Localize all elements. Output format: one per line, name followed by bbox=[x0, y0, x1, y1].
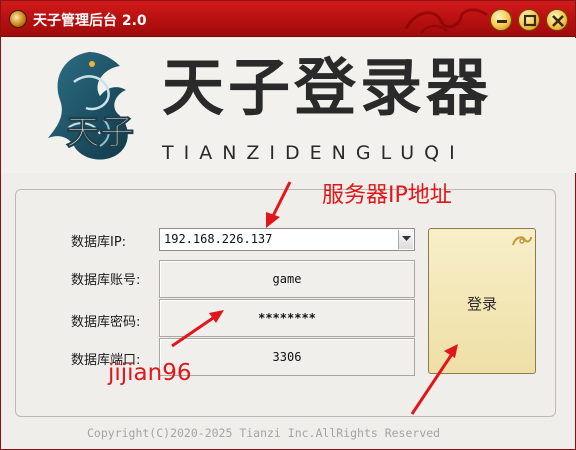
copyright-text: Copyright(C)2020-2025 Tianzi Inc.AllRigh… bbox=[87, 426, 441, 440]
cloud-ornament-icon bbox=[404, 8, 488, 34]
close-icon[interactable] bbox=[546, 9, 568, 31]
app-icon bbox=[9, 10, 27, 28]
watermark-text: jijian96 bbox=[108, 360, 192, 386]
account-label: 数据库账号: bbox=[71, 273, 141, 288]
account-value: game bbox=[272, 272, 302, 286]
chevron-down-icon bbox=[402, 236, 411, 241]
brand-pinyin: TIANZIDENGLUQI bbox=[162, 142, 465, 164]
maximize-icon[interactable] bbox=[518, 9, 540, 31]
header-banner: 天子 天子登录器 TIANZIDENGLUQI bbox=[2, 38, 576, 173]
server-ip-annotation: 服务器IP地址 bbox=[322, 183, 452, 208]
password-value: ******** bbox=[258, 311, 316, 325]
password-field[interactable]: ******** bbox=[159, 299, 415, 337]
cloud-corner-icon bbox=[512, 236, 532, 246]
minimize-icon[interactable] bbox=[490, 9, 512, 31]
login-button[interactable]: 登录 bbox=[428, 228, 536, 374]
port-field[interactable]: 3306 bbox=[159, 338, 415, 376]
brand-title: 天子登录器 bbox=[162, 51, 493, 124]
ip-value: 192.168.226.137 bbox=[164, 232, 273, 246]
dragon-character: 天子 bbox=[66, 113, 134, 153]
ip-select[interactable]: 192.168.226.137 bbox=[159, 228, 415, 251]
account-field[interactable]: game bbox=[159, 260, 415, 298]
port-value: 3306 bbox=[272, 350, 302, 364]
title-bar[interactable]: 天子管理后台 2.0 bbox=[1, 1, 575, 37]
ip-label: 数据库IP: bbox=[71, 235, 127, 250]
dragon-logo-icon: 天子 bbox=[48, 52, 135, 160]
window-title: 天子管理后台 2.0 bbox=[33, 13, 147, 29]
dropdown-button[interactable] bbox=[398, 230, 413, 249]
password-label: 数据库密码: bbox=[71, 315, 141, 330]
login-window: 天子管理后台 2.0 天子 天子登录器 TIANZIDENGLUQI 数据库IP… bbox=[0, 0, 576, 450]
login-label: 登录 bbox=[466, 295, 497, 313]
